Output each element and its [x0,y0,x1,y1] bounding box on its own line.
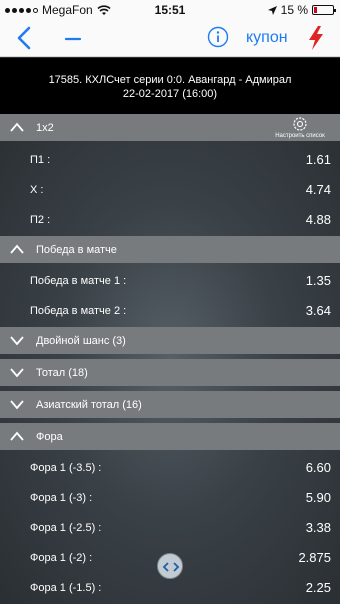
location-arrow-icon [267,5,277,15]
navigation-bar: купон [0,20,340,57]
odds-label: Х : [30,184,44,196]
collapse-minus-icon[interactable] [64,27,82,49]
odds-label: Победа в матче 1 : [30,275,127,287]
odds-list[interactable]: 1x2 Настроить список П1 : 1.61 Х : 4.74 … [0,114,340,604]
odds-label: П2 : [30,214,51,226]
odds-label: Фора 1 (-2) : [30,552,93,564]
odds-row-handicap[interactable]: Фора 1 (-3.5) : 6.60 [0,452,340,482]
lightning-bolt-icon[interactable] [306,25,326,51]
status-bar: MegaFon 15:51 15 % [0,0,340,20]
chevron-down-icon [10,400,24,410]
section-title: Фора [36,431,63,443]
chevron-up-icon [10,244,24,254]
section-header-handicap[interactable]: Фора [0,423,340,450]
customize-list-label: Настроить список [275,133,325,139]
odds-value: 2.25 [305,580,331,595]
match-datetime: 22-02-2017 (16:00) [122,88,218,100]
section-title: Азиатский тотал (16) [36,399,142,411]
match-title: 17585. КХЛСчет серии 0:0. Авангард - Адм… [48,74,292,86]
odds-label: Фора 1 (-3) : [30,492,93,504]
odds-value: 4.74 [305,182,331,197]
section-title: Победа в матче [36,244,117,256]
odds-value: 3.38 [305,520,331,535]
odds-label: Фора 1 (-3.5) : [30,462,102,474]
odds-value: 1.61 [305,152,331,167]
section-header-1x2[interactable]: 1x2 Настроить список [0,114,340,141]
odds-label: Победа в матче 2 : [30,305,127,317]
odds-value: 4.88 [305,212,331,227]
odds-row-handicap[interactable]: Фора 1 (-3) : 5.90 [0,482,340,512]
odds-value: 1.35 [305,273,331,288]
odds-value: 5.90 [305,490,331,505]
section-header-total[interactable]: Тотал (18) [0,359,340,386]
left-right-arrows-icon [162,562,180,572]
chevron-down-icon [10,336,24,346]
odds-row-p1[interactable]: П1 : 1.61 [0,144,340,174]
section-title: Двойной шанс (3) [36,335,126,347]
coupon-button[interactable]: купон [246,29,288,47]
odds-label: Фора 1 (-2.5) : [30,522,102,534]
section-title: 1x2 [36,122,54,134]
customize-list-button[interactable]: Настроить список [270,115,330,141]
odds-value: 6.60 [305,460,331,475]
odds-row-match-win-2[interactable]: Победа в матче 2 : 3.64 [0,295,340,325]
odds-row-x[interactable]: Х : 4.74 [0,174,340,204]
odds-value: 3.64 [305,303,331,318]
info-icon[interactable] [207,26,229,48]
section-title: Тотал (18) [36,367,88,379]
odds-row-handicap[interactable]: Фора 1 (-2.5) : 3.38 [0,512,340,542]
chevron-down-icon [10,368,24,378]
section-header-match-win[interactable]: Победа в матче [0,236,340,263]
match-header: 17585. КХЛСчет серии 0:0. Авангард - Адм… [0,58,340,114]
battery-percent: 15 % [280,3,308,17]
section-header-asian-total[interactable]: Азиатский тотал (16) [0,391,340,418]
odds-label: Фора 1 (-1.5) : [30,582,102,594]
back-chevron-icon[interactable] [14,26,36,50]
battery-icon [312,5,336,15]
odds-row-match-win-1[interactable]: Победа в матче 1 : 1.35 [0,265,340,295]
chevron-up-icon [10,122,24,132]
gear-icon [293,117,307,131]
odds-label: П1 : [30,154,51,166]
chevron-up-icon [10,431,24,441]
odds-row-p2[interactable]: П2 : 4.88 [0,204,340,234]
status-right: 15 % [267,3,336,17]
odds-value: 2.875 [298,550,331,565]
section-header-double-chance[interactable]: Двойной шанс (3) [0,327,340,354]
horizontal-scroll-handle[interactable] [157,553,183,579]
